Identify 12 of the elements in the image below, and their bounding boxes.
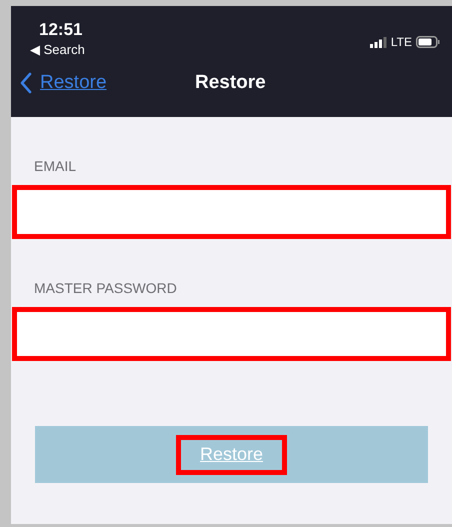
- input-field[interactable]: [12, 307, 451, 361]
- field-label: MASTER PASSWORD: [33, 279, 178, 297]
- chevron-left-icon: [20, 72, 32, 94]
- back-to-app-link[interactable]: ◀ Search: [30, 41, 85, 59]
- back-link[interactable]: Restore: [20, 68, 107, 98]
- screen-title: Restore: [195, 70, 266, 95]
- signal-icon: [370, 36, 387, 48]
- status-time: 12:51: [39, 19, 84, 41]
- network-label: LTE: [390, 34, 412, 51]
- battery-icon: [416, 36, 440, 48]
- input-field[interactable]: [12, 185, 451, 239]
- field-label: EMAIL: [33, 157, 78, 175]
